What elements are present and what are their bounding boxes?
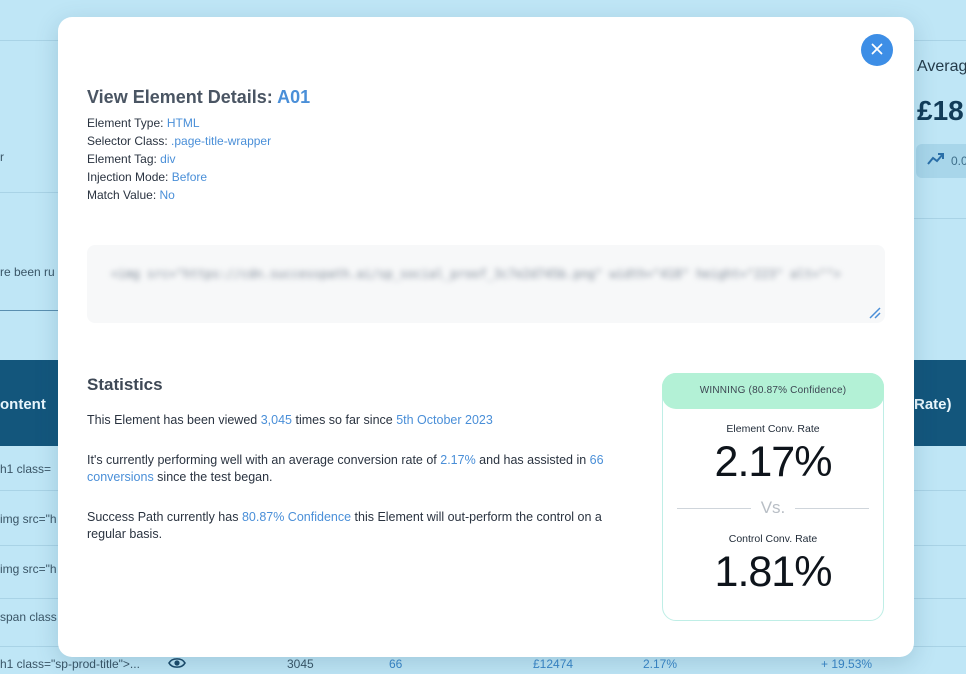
element-conv-rate-value: 2.17% [714, 438, 833, 486]
code-textarea[interactable]: <img src="https://cdn.successpath.ai/sp_… [87, 245, 885, 323]
close-button[interactable] [861, 34, 893, 66]
element-id: A01 [277, 87, 311, 107]
column-header-content: ontent [0, 396, 46, 413]
bg-text-fragment: r [0, 150, 4, 164]
control-conv-rate-label: Control Conv. Rate [728, 533, 818, 545]
column-header-rate: Rate) [914, 396, 952, 413]
detail-injection-mode: Injection Mode: Before [87, 170, 208, 184]
comparison-card: WINNING (80.87% Confidence) Element Conv… [662, 373, 884, 621]
control-conv-rate-value: 1.81% [714, 548, 833, 596]
stats-performance-text: It's currently performing well with an a… [87, 453, 604, 484]
average-value: £18 [917, 95, 964, 126]
table-cell-views: 3045 [287, 657, 314, 671]
divider [0, 545, 58, 546]
divider [914, 218, 966, 219]
resize-handle-icon[interactable] [865, 303, 881, 319]
table-cell-revenue: £12474 [533, 657, 574, 671]
detail-element-tag: Element Tag: div [87, 152, 176, 166]
divider [0, 490, 58, 491]
trending-up-icon [927, 152, 945, 169]
table-cell-rate: 2.17% [643, 657, 678, 671]
table-row[interactable]: img src="h [0, 562, 57, 576]
detail-selector-class: Selector Class: .page-title-wrapper [87, 134, 272, 148]
table-row[interactable]: h1 class= [0, 462, 51, 476]
divider [914, 598, 966, 599]
modal-title: View Element Details: A01 [87, 87, 310, 108]
stats-views-text: This Element has been viewed 3,045 times… [87, 413, 493, 427]
detail-element-type: Element Type: HTML [87, 116, 200, 130]
code-snippet: <img src="https://cdn.successpath.ai/sp_… [111, 267, 841, 281]
divider [0, 310, 58, 311]
divider [0, 40, 58, 41]
statistics-heading: Statistics [87, 375, 163, 394]
divider [0, 192, 58, 193]
table-row[interactable]: img src="h [0, 512, 57, 526]
vs-label: Vs. [760, 498, 786, 517]
element-details-modal: View Element Details: A01 Element Type: … [58, 17, 914, 657]
trend-value: 0.0 [951, 154, 966, 168]
table-row[interactable]: span class [0, 610, 57, 624]
trend-badge: 0.0 [916, 144, 966, 178]
divider [914, 40, 966, 41]
table-cell-conversions: 66 [389, 657, 403, 671]
table-cell-uplift: + 19.53% [821, 657, 873, 671]
divider [914, 545, 966, 546]
element-details-list: Element Type: HTML Selector Class: .page… [87, 114, 271, 204]
stats-confidence-text: Success Path currently has 80.87% Confid… [87, 510, 602, 541]
bg-text-fragment: re been ru [0, 265, 55, 279]
winning-badge: WINNING (80.87% Confidence) [662, 373, 884, 409]
title-prefix: View Element Details: [87, 87, 278, 107]
average-label: Averag [917, 58, 966, 75]
vs-divider: Vs. [677, 498, 869, 519]
table-cell-content: h1 class="sp-prod-title">... [0, 657, 140, 671]
divider [0, 598, 58, 599]
close-icon [871, 43, 883, 58]
element-conv-rate-label: Element Conv. Rate [726, 423, 820, 435]
divider [914, 490, 966, 491]
detail-match-value: Match Value: No [87, 188, 175, 202]
